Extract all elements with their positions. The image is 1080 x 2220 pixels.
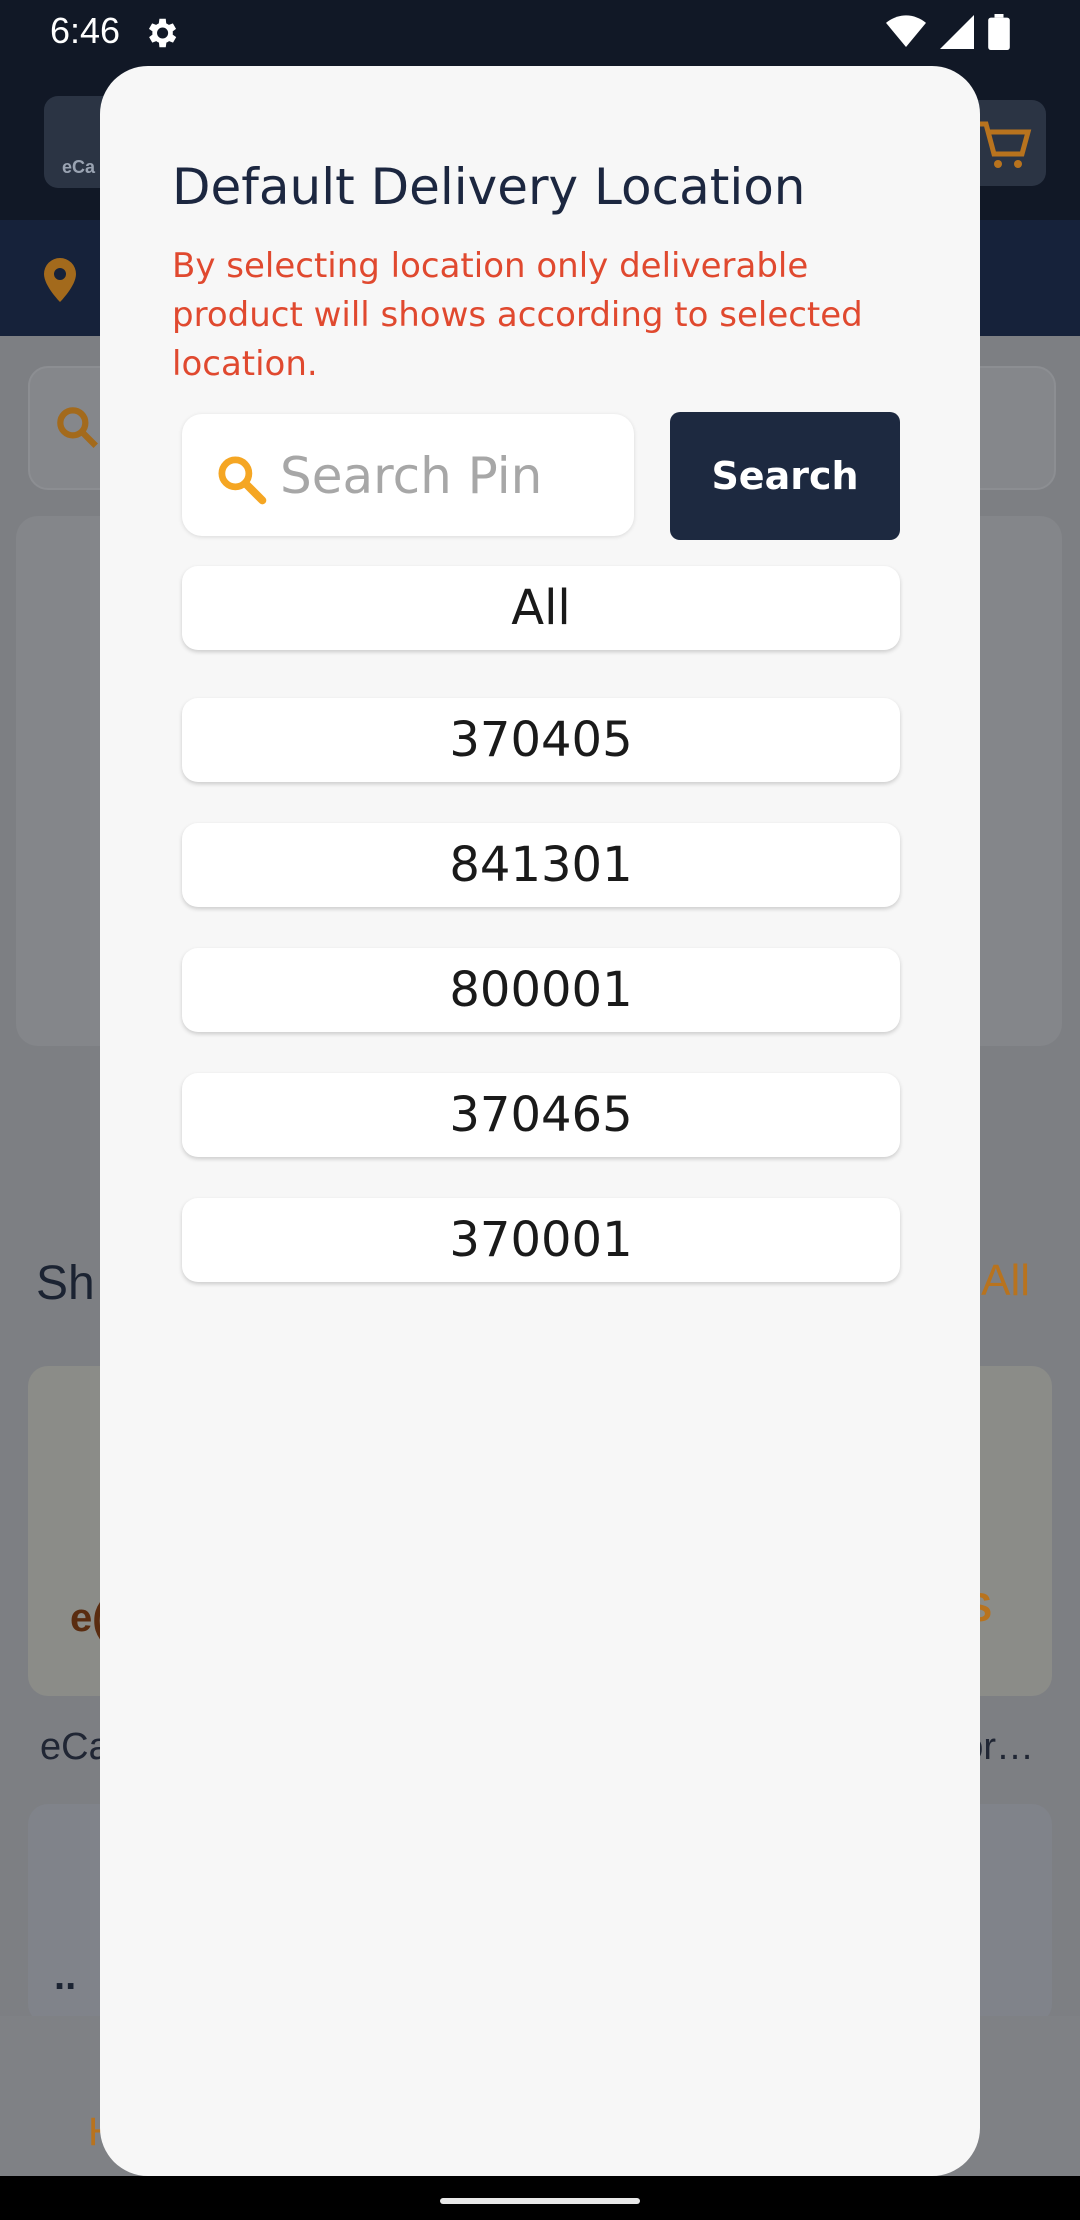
card2-text: .. [54,1954,77,1998]
status-time: 6:46 [50,10,121,51]
pin-option-all[interactable]: All [182,566,900,650]
view-all-link[interactable]: All [981,1256,1030,1306]
status-bar: 6:46 [0,0,1080,66]
gesture-handle[interactable] [440,2198,640,2204]
cellular-signal-icon [940,15,974,49]
pin-option[interactable]: 370001 [182,1198,900,1282]
battery-icon [988,14,1010,50]
section-title: Sh [36,1257,95,1310]
pin-option[interactable]: 370465 [182,1073,900,1157]
search-icon [218,456,267,505]
dialog-title: Default Delivery Location [172,158,806,216]
search-icon [57,407,98,448]
search-button[interactable]: Search [670,412,900,540]
delivery-location-dialog: Default Delivery Location By selecting l… [100,66,980,2176]
app-logo-text: eCa [62,157,96,177]
pin-option[interactable]: 800001 [182,948,900,1032]
dialog-note: By selecting location only deliverable p… [172,246,863,384]
search-pin-box[interactable] [182,414,634,536]
settings-gear-icon [148,18,177,48]
wifi-icon [886,15,926,48]
system-navigation-bar [0,2176,1080,2220]
search-pin-input[interactable] [278,440,622,512]
location-pin-icon [44,258,76,302]
pin-option[interactable]: 841301 [182,823,900,907]
pin-option[interactable]: 370405 [182,698,900,782]
